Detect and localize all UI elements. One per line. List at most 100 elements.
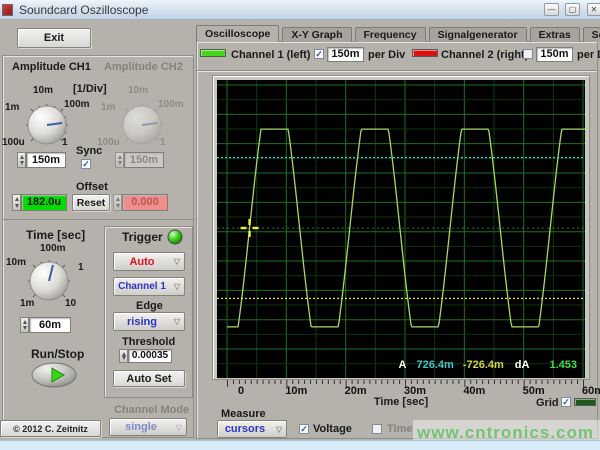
ch2-knob-label-100m: 100m [158, 99, 184, 110]
offset-reset-button[interactable]: Reset [72, 194, 110, 211]
channel2-label: Channel 2 (right) [441, 49, 528, 61]
tab-extras[interactable]: Extras [530, 27, 580, 42]
channel2-color-swatch [412, 49, 438, 57]
channel2-scale-value[interactable]: 150m [536, 47, 573, 62]
measure-voltage-label: Voltage [313, 423, 352, 435]
ch1-knob-label-100m: 100m [64, 99, 90, 110]
copyright-bar: © 2012 C. Zeitnitz V1.41 [0, 420, 101, 437]
measure-mode-dropdown[interactable]: cursors▽ [217, 420, 287, 438]
cursor-readout: A 726.4m -726.4m dA 1.453 [370, 358, 577, 371]
trigger-led [167, 229, 183, 245]
run-stop-button[interactable] [30, 361, 78, 389]
channel1-per-div-label: per Div [368, 49, 405, 61]
x-tick-label: 40m [463, 385, 485, 397]
ch1-amplitude-spinner[interactable] [17, 152, 26, 168]
maximize-button[interactable]: ▢ [565, 3, 580, 16]
x-tick-label: 50m [523, 385, 545, 397]
dropdown-arrow-icon: ▽ [272, 425, 286, 434]
ch2-knob-label-10m: 10m [128, 85, 148, 96]
ch2-amplitude-spinner[interactable] [115, 152, 124, 168]
app-icon [2, 4, 13, 16]
trigger-edge-value: rising [114, 316, 170, 328]
channel-mode-value: single [110, 421, 172, 433]
edge-label: Edge [136, 300, 163, 312]
offset-label: Offset [76, 181, 108, 193]
measure-time-checkbox[interactable]: ✓ [372, 424, 382, 434]
trigger-title: Trigger [122, 230, 163, 244]
channel2-per-div-label: per Div [577, 49, 600, 61]
x-tick-label: 0 [238, 385, 244, 397]
time-knob-label-1: 1 [78, 262, 84, 273]
tab-x-y-graph[interactable]: X-Y Graph [282, 27, 351, 42]
ch1-offset-spinner[interactable] [12, 194, 21, 211]
ch2-offset-spinner[interactable] [113, 194, 122, 211]
time-knob-label-10m: 10m [6, 257, 26, 268]
readout-da-label: dA [515, 359, 530, 371]
ch1-knob-label-10m: 10m [33, 85, 53, 96]
measure-time-label: Time [387, 423, 412, 435]
run-stop-label: Run/Stop [31, 347, 84, 361]
channel1-scale-value[interactable]: 150m [327, 47, 364, 62]
time-value[interactable]: 60m [29, 317, 71, 333]
time-knob-label-1m: 1m [20, 298, 34, 309]
tab-frequency[interactable]: Frequency [355, 27, 426, 42]
channel-mode-label: Channel Mode [114, 404, 189, 416]
dropdown-arrow-icon: ▽ [170, 257, 184, 266]
ch1-amplitude-value[interactable]: 150m [26, 152, 66, 168]
ch2-knob-label-1m: 1m [101, 102, 115, 113]
time-knob-label-100m: 100m [40, 243, 66, 254]
ch1-knob-label-100u: 100u [2, 137, 25, 148]
auto-set-button[interactable]: Auto Set [113, 370, 185, 387]
channel1-label: Channel 1 (left) [231, 49, 310, 61]
ch2-offset-value: 0.000 [122, 194, 168, 211]
ch2-knob-label-1: 1 [160, 137, 166, 148]
oscilloscope-plot[interactable] [217, 80, 585, 378]
trigger-mode-value: Auto [114, 256, 170, 268]
minimize-button[interactable]: — [544, 3, 559, 16]
readout-delta-value: 1.453 [549, 359, 577, 371]
trigger-source-dropdown[interactable]: Channel 1▽ [113, 277, 185, 296]
tab-settings[interactable]: Settings [583, 27, 600, 42]
app-window: Soundcard Oszilloscope — ▢ ✕ Exit Amplit… [0, 0, 600, 450]
x-tick-label: 60m [582, 385, 600, 397]
ch1-knob-label-1m: 1m [5, 102, 19, 113]
trigger-edge-dropdown[interactable]: rising▽ [113, 312, 185, 331]
grid-color-swatch [574, 398, 596, 406]
ch1-knob-label-1: 1 [62, 137, 68, 148]
window-bottom-edge [0, 440, 600, 450]
time-knob-label-10: 10 [65, 298, 76, 309]
per-div-unit-label: [1/Div] [73, 83, 107, 95]
sync-label: Sync [76, 145, 102, 157]
title-bar[interactable]: Soundcard Oszilloscope — ▢ ✕ [0, 0, 600, 20]
channel-mode-dropdown: single▽ [109, 418, 187, 436]
window-title: Soundcard Oszilloscope [19, 3, 148, 17]
dropdown-arrow-icon: ▽ [172, 423, 186, 432]
measure-title: Measure [221, 408, 266, 420]
channel1-color-swatch [200, 49, 226, 57]
readout-upper-value: 726.4m [417, 359, 454, 371]
grid-label: Grid [536, 397, 559, 409]
threshold-spinner[interactable] [119, 349, 128, 363]
grid-checkbox[interactable]: ✓ [561, 397, 571, 407]
tab-signalgenerator[interactable]: Signalgenerator [429, 27, 527, 42]
time-title: Time [sec] [26, 228, 85, 242]
tab-oscilloscope[interactable]: Oscilloscope [196, 25, 279, 42]
channel1-checkbox[interactable]: ✓ [314, 49, 324, 59]
amplitude-ch2-title: Amplitude CH2 [104, 61, 183, 73]
channel2-checkbox[interactable]: ✓ [523, 49, 533, 59]
trigger-source-value: Channel 1 [114, 281, 170, 292]
ch2-amplitude-value: 150m [124, 152, 164, 168]
time-spinner[interactable] [20, 317, 29, 333]
trigger-mode-dropdown[interactable]: Auto▽ [113, 252, 185, 271]
exit-button[interactable]: Exit [17, 28, 91, 48]
threshold-value[interactable]: 0.00035 [128, 349, 172, 363]
close-button[interactable]: ✕ [587, 3, 600, 16]
readout-a-label: A [399, 359, 407, 371]
measure-voltage-checkbox[interactable]: ✓ [299, 424, 309, 434]
sync-checkbox[interactable]: ✓ [81, 159, 91, 169]
dropdown-arrow-icon: ▽ [170, 317, 184, 326]
dropdown-arrow-icon: ▽ [170, 282, 184, 291]
x-axis-title: Time [sec] [361, 396, 441, 408]
x-tick-label: 10m [285, 385, 307, 397]
ch1-offset-value[interactable]: 182.0u [21, 194, 67, 211]
